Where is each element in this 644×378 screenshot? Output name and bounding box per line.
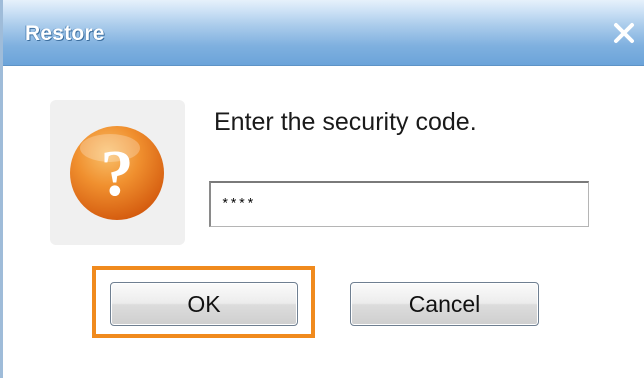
question-icon-container: ? — [50, 100, 185, 245]
ok-button[interactable]: OK — [110, 282, 298, 326]
security-code-input[interactable] — [209, 181, 589, 227]
close-icon — [614, 23, 634, 43]
question-mark-icon: ? — [70, 126, 164, 220]
security-code-prompt: Enter the security code. — [214, 108, 477, 136]
cancel-button[interactable]: Cancel — [350, 282, 539, 326]
question-mark-glyph: ? — [101, 137, 134, 210]
restore-dialog: Restore ? Enter the security code. OK Ca… — [0, 0, 644, 378]
close-button[interactable] — [611, 20, 637, 46]
window-title: Restore — [25, 22, 105, 45]
title-bar[interactable]: Restore — [3, 0, 644, 66]
